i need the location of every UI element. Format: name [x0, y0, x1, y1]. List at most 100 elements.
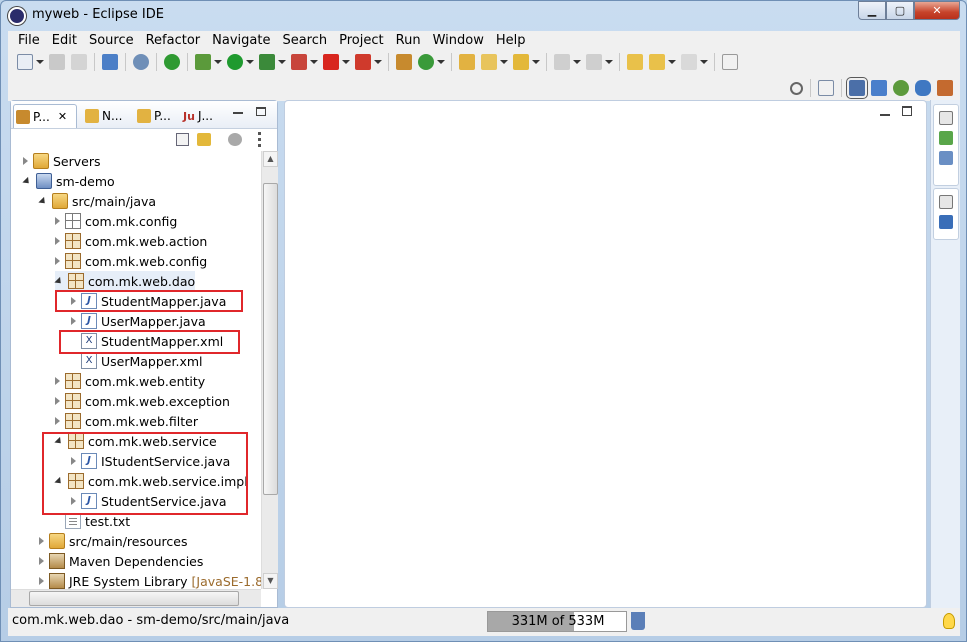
- debug-icon[interactable]: [195, 54, 211, 70]
- expand-icon[interactable]: [55, 217, 60, 225]
- collapse-all-icon[interactable]: [176, 133, 189, 146]
- tree-item-library[interactable]: Maven Dependencies: [39, 551, 203, 571]
- open-task-icon[interactable]: [481, 54, 497, 70]
- expand-icon[interactable]: [55, 257, 60, 265]
- tree-item-xml-file[interactable]: X StudentMapper.xml: [71, 331, 223, 351]
- restore-icon[interactable]: [939, 195, 953, 209]
- run-dropdown-icon[interactable]: [246, 60, 254, 64]
- vertical-scrollbar[interactable]: ▲ ▼: [261, 151, 278, 589]
- tree-item-library[interactable]: JRE System Library [JavaSE-1.8]: [39, 571, 261, 589]
- collapse-icon[interactable]: [22, 176, 32, 186]
- tree-item-package[interactable]: com.mk.web.config: [55, 251, 207, 271]
- pin-editor-icon[interactable]: [722, 54, 738, 70]
- tree-item-package[interactable]: com.mk.web.exception: [55, 391, 230, 411]
- next-annotation-dropdown-icon[interactable]: [573, 60, 581, 64]
- focus-task-icon[interactable]: [228, 133, 242, 146]
- coverage-icon[interactable]: [259, 54, 275, 70]
- debug-dropdown-icon[interactable]: [214, 60, 222, 64]
- tree-item-package[interactable]: com.mk.config: [55, 211, 177, 231]
- collapse-icon[interactable]: [54, 476, 64, 486]
- external-tools-icon[interactable]: [291, 54, 307, 70]
- collapse-icon[interactable]: [54, 276, 64, 286]
- minimize-button[interactable]: ▁: [858, 1, 886, 20]
- java-ee-perspective-icon[interactable]: [846, 77, 868, 99]
- tree-item-java-file[interactable]: J IStudentService.java: [71, 451, 230, 471]
- tree-item-servers[interactable]: Servers: [23, 151, 101, 171]
- open-type-icon[interactable]: [459, 54, 475, 70]
- skip-breakpoints-icon[interactable]: [133, 54, 149, 70]
- maximize-button[interactable]: ▢: [886, 1, 914, 20]
- expand-icon[interactable]: [71, 457, 76, 465]
- forward-icon[interactable]: [681, 54, 697, 70]
- scroll-down-icon[interactable]: ▼: [263, 573, 278, 589]
- tab-package-explorer[interactable]: P... ✕: [13, 104, 77, 128]
- link-with-editor-icon[interactable]: [197, 133, 211, 146]
- new-package-icon[interactable]: [396, 54, 412, 70]
- save-icon[interactable]: [49, 54, 65, 70]
- expand-icon[interactable]: [23, 157, 28, 165]
- stop-icon[interactable]: [323, 54, 339, 70]
- tree-item-source-folder[interactable]: src/main/resources: [39, 531, 187, 551]
- previous-annotation-icon[interactable]: [586, 54, 602, 70]
- tab-navigator[interactable]: N...: [83, 104, 133, 128]
- console-view-icon[interactable]: [939, 215, 953, 229]
- collapse-icon[interactable]: [38, 196, 48, 206]
- menu-project[interactable]: Project: [333, 33, 389, 48]
- tree-item-package-selected[interactable]: com.mk.web.dao: [54, 271, 196, 291]
- java-perspective-icon[interactable]: [871, 80, 887, 96]
- expand-icon[interactable]: [55, 417, 60, 425]
- new-icon[interactable]: [17, 54, 33, 70]
- expand-icon[interactable]: [39, 557, 44, 565]
- search-tool-icon[interactable]: [513, 54, 529, 70]
- tree-item-sm-demo[interactable]: sm-demo: [22, 171, 115, 191]
- tree-item-package[interactable]: com.mk.web.action: [55, 231, 207, 251]
- back-icon[interactable]: [649, 54, 665, 70]
- back-dropdown-icon[interactable]: [668, 60, 676, 64]
- close-tab-icon[interactable]: ✕: [58, 110, 67, 123]
- open-task-dropdown-icon[interactable]: [500, 60, 508, 64]
- tree-item-package[interactable]: com.mk.web.service.impl: [54, 471, 248, 491]
- maximize-editor-icon[interactable]: [902, 106, 912, 116]
- expand-icon[interactable]: [71, 297, 76, 305]
- garbage-collect-icon[interactable]: [631, 612, 645, 630]
- close-button[interactable]: ✕: [914, 1, 960, 20]
- horizontal-scrollbar[interactable]: [11, 589, 261, 607]
- run-icon[interactable]: [227, 54, 243, 70]
- view-menu-icon[interactable]: [258, 132, 262, 147]
- tree-item-text-file[interactable]: test.txt: [55, 511, 130, 531]
- tree-item-java-file[interactable]: J StudentService.java: [71, 491, 227, 511]
- profile-dropdown-icon[interactable]: [374, 60, 382, 64]
- servers-view-icon[interactable]: [939, 131, 953, 145]
- collapse-icon[interactable]: [54, 436, 64, 446]
- expand-icon[interactable]: [39, 577, 44, 585]
- menu-file[interactable]: File: [12, 33, 46, 48]
- lightbulb-icon[interactable]: [943, 613, 955, 629]
- save-all-icon[interactable]: [71, 54, 87, 70]
- menu-run[interactable]: Run: [390, 33, 427, 48]
- stop-dropdown-icon[interactable]: [342, 60, 350, 64]
- menu-search[interactable]: Search: [276, 33, 333, 48]
- team-perspective-icon[interactable]: [937, 80, 953, 96]
- new-class-dropdown-icon[interactable]: [437, 60, 445, 64]
- tree-item-java-file[interactable]: J StudentMapper.java: [71, 291, 226, 311]
- tab-project-explorer[interactable]: P...: [135, 104, 181, 128]
- tree-item-package[interactable]: com.mk.web.filter: [55, 411, 198, 431]
- new-class-icon[interactable]: [418, 54, 434, 70]
- expand-icon[interactable]: [55, 397, 60, 405]
- tab-junit[interactable]: Ju J...: [181, 104, 227, 128]
- next-annotation-icon[interactable]: [554, 54, 570, 70]
- tree-item-package[interactable]: com.mk.web.entity: [55, 371, 205, 391]
- open-perspective-icon[interactable]: [818, 80, 834, 96]
- previous-annotation-dropdown-icon[interactable]: [605, 60, 613, 64]
- search-icon[interactable]: [790, 81, 803, 95]
- search-tool-dropdown-icon[interactable]: [532, 60, 540, 64]
- minimize-editor-icon[interactable]: [880, 106, 890, 116]
- expand-icon[interactable]: [39, 537, 44, 545]
- open-console-icon[interactable]: [102, 54, 118, 70]
- expand-icon[interactable]: [55, 377, 60, 385]
- menu-edit[interactable]: Edit: [46, 33, 83, 48]
- new-dropdown-icon[interactable]: [36, 60, 44, 64]
- menu-navigate[interactable]: Navigate: [206, 33, 276, 48]
- expand-icon[interactable]: [71, 497, 76, 505]
- outline-view-icon[interactable]: [939, 151, 953, 165]
